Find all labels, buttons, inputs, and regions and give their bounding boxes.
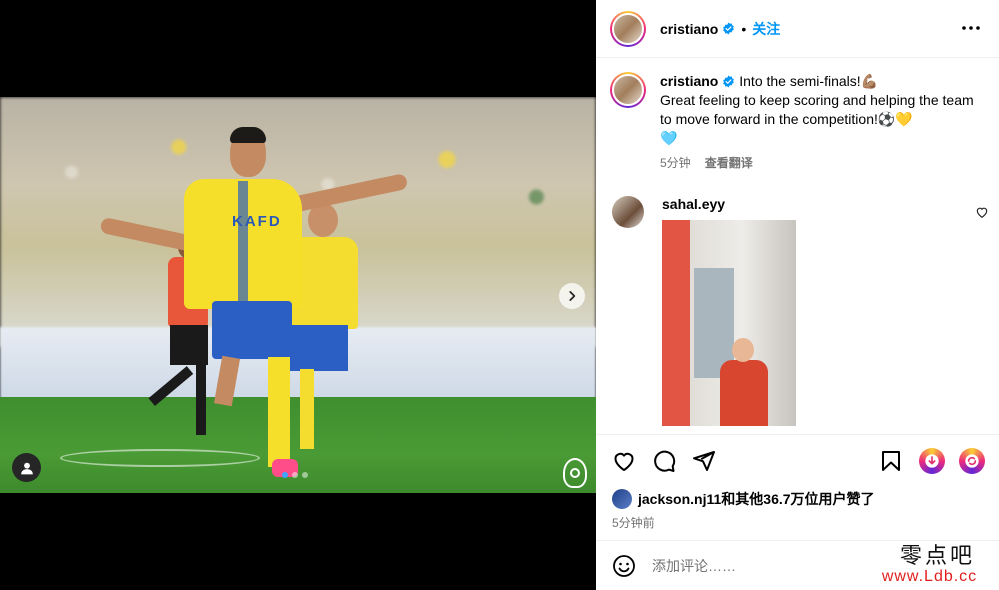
photo-referee-shorts xyxy=(170,325,208,365)
carousel-dot xyxy=(292,472,298,478)
person-icon xyxy=(20,462,33,474)
photo-player-shorts xyxy=(212,301,292,359)
comment-input[interactable] xyxy=(652,557,852,574)
photo-pitch xyxy=(0,397,596,493)
photo-jersey-text: KAFD xyxy=(232,213,282,230)
emoji-icon[interactable] xyxy=(612,554,636,578)
header-separator: • xyxy=(741,20,747,37)
comment-gif[interactable] xyxy=(662,220,796,426)
likes-text[interactable]: 和其他36.7万位用户赞了 xyxy=(721,489,874,509)
download-icon xyxy=(925,453,939,468)
action-bar xyxy=(596,434,999,486)
comment-icon xyxy=(654,450,676,472)
caption-author-username[interactable]: cristiano xyxy=(660,73,718,89)
like-button[interactable] xyxy=(610,447,638,475)
site-watermark: 零点吧 www.Ldb.cc xyxy=(862,538,997,590)
photo-player-leg xyxy=(268,357,290,467)
share-button[interactable] xyxy=(690,447,718,475)
comment-avatar[interactable] xyxy=(612,196,644,228)
post-photo[interactable]: KAFD xyxy=(0,97,596,493)
comment-item: sahal.eyy xyxy=(610,196,990,426)
comment-like-icon[interactable] xyxy=(975,205,989,219)
verified-badge-icon xyxy=(723,75,735,88)
watermark-top: 零点吧 xyxy=(899,544,975,569)
comments-section[interactable]: cristiano Into the semi-finals!💪🏽 Great … xyxy=(596,58,999,434)
photo-teammate-shorts xyxy=(290,325,348,371)
post-panel: cristiano • 关注 cristiano Into the semi-f… xyxy=(596,0,999,590)
caption-emoji: 🩵 xyxy=(660,130,678,146)
repost-icon xyxy=(965,453,979,468)
carousel-dots xyxy=(282,472,308,478)
photo-player-hair xyxy=(230,127,266,143)
photo-pitch-line xyxy=(60,449,260,467)
carousel-next-button[interactable] xyxy=(559,283,585,309)
repost-extension-button[interactable] xyxy=(959,447,985,474)
save-button[interactable] xyxy=(877,447,905,475)
post-media: KAFD xyxy=(0,0,596,590)
chevron-right-icon xyxy=(569,291,576,301)
share-icon xyxy=(693,450,715,471)
carousel-dot xyxy=(282,472,288,478)
watermark-bottom: www.Ldb.cc xyxy=(881,568,978,585)
caption-text: Into the semi-finals!💪🏽 xyxy=(739,73,879,89)
heart-icon xyxy=(614,452,634,471)
author-username[interactable]: cristiano xyxy=(660,21,718,37)
liker-avatar[interactable] xyxy=(612,489,632,509)
download-extension-button[interactable] xyxy=(919,447,945,474)
see-translation-button[interactable]: 查看翻译 xyxy=(705,154,753,173)
bookmark-icon xyxy=(882,450,900,471)
more-icon xyxy=(962,26,980,30)
liker-username[interactable]: jackson.nj11 xyxy=(638,491,721,507)
photo-referee-leg xyxy=(196,365,206,435)
club-logo-icon xyxy=(563,458,587,488)
caption-author-avatar[interactable] xyxy=(610,72,646,108)
carousel-dot xyxy=(302,472,308,478)
post-caption: cristiano Into the semi-finals!💪🏽 Great … xyxy=(610,72,990,173)
verified-badge-icon xyxy=(723,22,735,35)
photo-player-jersey-stripe xyxy=(238,181,248,307)
comment-username[interactable]: sahal.eyy xyxy=(662,196,725,212)
comment-button[interactable] xyxy=(650,447,678,475)
more-options-button[interactable] xyxy=(961,18,981,38)
caption-text: Great feeling to keep scoring and helpin… xyxy=(660,92,974,127)
post-time: 5分钟前 xyxy=(612,516,655,530)
likes-summary[interactable]: jackson.nj11 和其他36.7万位用户赞了 xyxy=(612,489,875,509)
photo-teammate-leg xyxy=(300,369,314,449)
follow-button[interactable]: 关注 xyxy=(752,19,780,39)
author-avatar[interactable] xyxy=(610,10,646,47)
tagged-users-button[interactable] xyxy=(12,453,41,482)
post-header: cristiano • 关注 xyxy=(596,0,999,58)
caption-time: 5分钟 xyxy=(660,156,691,170)
